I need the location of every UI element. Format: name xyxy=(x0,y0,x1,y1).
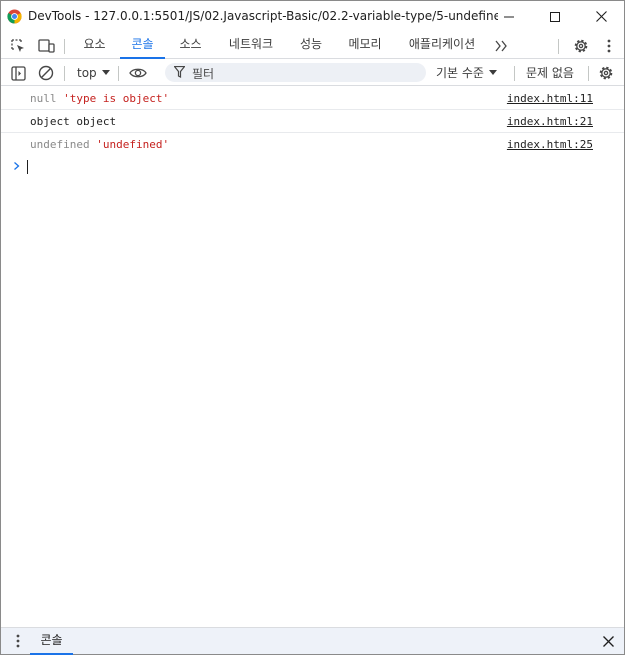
minimize-icon xyxy=(504,16,514,17)
clear-console-button[interactable] xyxy=(36,63,56,83)
window-title: DevTools - 127.0.0.1:5501/JS/02.Javascri… xyxy=(28,9,498,23)
toolbar-divider xyxy=(64,39,65,54)
settings-button[interactable] xyxy=(571,36,591,56)
drawer-bar: 콘솔 xyxy=(1,627,624,655)
close-drawer-button[interactable] xyxy=(599,632,617,650)
tab-label: 콘솔 xyxy=(131,37,154,51)
message-text: null 'type is object' xyxy=(30,92,169,105)
issues-counter[interactable]: 문제 없음 xyxy=(526,64,574,81)
title-bar: DevTools - 127.0.0.1:5501/JS/02.Javascri… xyxy=(1,1,624,32)
tab-memory[interactable]: 메모리 xyxy=(339,32,391,59)
close-window-button[interactable] xyxy=(578,1,624,32)
vertical-dots-icon xyxy=(607,39,611,53)
more-tabs-button[interactable] xyxy=(491,36,511,56)
device-icon xyxy=(37,39,55,53)
vertical-dots-icon xyxy=(16,634,20,648)
console-toolbar: top 필터 기본 수준 문제 없음 xyxy=(1,59,624,86)
gear-icon xyxy=(574,39,588,53)
eye-icon xyxy=(129,68,147,78)
tab-console[interactable]: 콘솔 xyxy=(120,32,165,59)
inspect-element-button[interactable] xyxy=(8,36,28,56)
context-selector[interactable]: top xyxy=(69,63,110,83)
inspect-icon xyxy=(11,39,24,52)
toolbar-divider xyxy=(558,39,559,54)
toolbar-divider xyxy=(118,66,119,81)
message-string: 'type is object' xyxy=(63,92,170,105)
tab-label: 요소 xyxy=(83,37,106,51)
tab-application[interactable]: 애플리케이션 xyxy=(399,32,485,59)
tab-label: 소스 xyxy=(179,37,202,51)
block-icon xyxy=(38,65,54,81)
show-sidebar-button[interactable] xyxy=(8,63,28,83)
text-cursor xyxy=(27,160,28,174)
log-levels-dropdown[interactable]: 기본 수준 xyxy=(436,64,497,81)
source-link[interactable]: index.html:21 xyxy=(507,115,593,128)
message-string: 'undefined' xyxy=(96,138,170,151)
log-levels-label: 기본 수준 xyxy=(436,66,484,80)
tab-label: 애플리케이션 xyxy=(408,37,476,51)
filter-icon xyxy=(174,66,185,78)
maximize-button[interactable] xyxy=(532,1,578,32)
device-toolbar-button[interactable] xyxy=(36,36,56,56)
tab-sources[interactable]: 소스 xyxy=(169,32,212,59)
tab-label: 성능 xyxy=(299,37,323,51)
console-message: object object index.html:21 xyxy=(1,110,624,133)
chevron-right-icon xyxy=(14,162,20,170)
message-text: undefined 'undefined' xyxy=(30,138,169,151)
customize-menu-button[interactable] xyxy=(599,36,619,56)
live-expression-button[interactable] xyxy=(127,63,149,83)
tab-label: 메모리 xyxy=(348,37,382,51)
sidebar-icon xyxy=(10,65,26,81)
tab-network[interactable]: 네트워크 xyxy=(219,32,283,59)
gear-icon xyxy=(599,66,613,80)
toolbar-divider xyxy=(64,66,65,81)
toolbar-divider xyxy=(514,66,515,81)
drawer-menu-button[interactable] xyxy=(9,632,27,650)
source-link[interactable]: index.html:11 xyxy=(507,92,593,105)
maximize-icon xyxy=(550,11,560,22)
console-messages: null 'type is object' index.html:11 obje… xyxy=(1,87,624,178)
toolbar-divider xyxy=(588,66,589,81)
tab-performance[interactable]: 성능 xyxy=(290,32,332,59)
devtools-window: DevTools - 127.0.0.1:5501/JS/02.Javascri… xyxy=(0,0,625,655)
double-chevron-right-icon xyxy=(495,40,507,52)
message-text: object object xyxy=(30,115,117,128)
minimize-button[interactable] xyxy=(486,1,532,32)
message-value: undefined xyxy=(30,138,90,151)
caret-down-icon xyxy=(101,70,110,75)
close-icon xyxy=(602,635,614,647)
devtools-tab-bar: 요소 콘솔 소스 네트워크 성능 메모리 애플리케이션 xyxy=(1,32,624,59)
chrome-icon xyxy=(7,9,22,24)
close-icon xyxy=(595,11,607,22)
console-message: undefined 'undefined' index.html:25 xyxy=(1,133,624,156)
console-prompt[interactable] xyxy=(1,156,624,178)
drawer-tab-console[interactable]: 콘솔 xyxy=(30,628,73,655)
console-message: null 'type is object' index.html:11 xyxy=(1,87,624,110)
tab-label: 네트워크 xyxy=(228,37,274,51)
message-value: null xyxy=(30,92,57,105)
caret-down-icon xyxy=(488,69,497,75)
filter-input[interactable]: 필터 xyxy=(165,63,426,82)
source-link[interactable]: index.html:25 xyxy=(507,138,593,151)
filter-placeholder: 필터 xyxy=(192,67,215,81)
tab-elements[interactable]: 요소 xyxy=(73,32,116,59)
context-label: top xyxy=(77,66,97,80)
console-settings-button[interactable] xyxy=(596,63,616,83)
